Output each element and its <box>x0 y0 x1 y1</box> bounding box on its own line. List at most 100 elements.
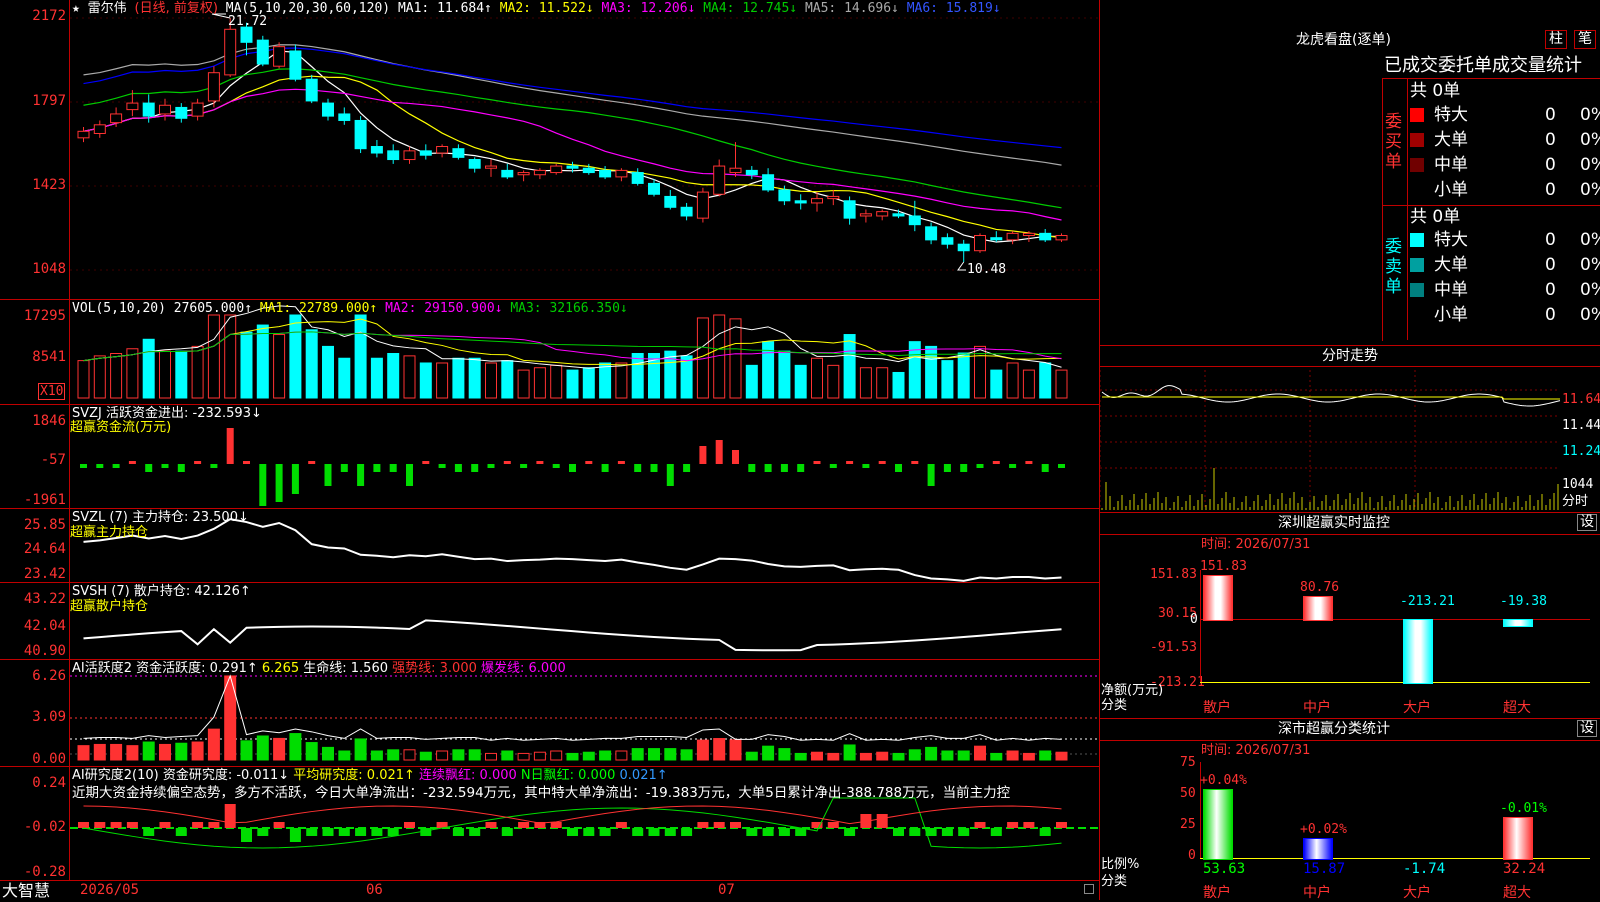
activity-bar <box>680 749 693 761</box>
research-bar <box>273 822 285 828</box>
fund-flow-bar <box>748 464 756 472</box>
activity-bar <box>631 748 644 761</box>
research-bar <box>501 828 513 836</box>
research-bar <box>909 828 921 836</box>
fund-flow-bar <box>259 464 267 506</box>
sell-swatch <box>1410 258 1424 272</box>
vol-ma1: MA1: 22789.000↑ <box>259 301 378 316</box>
fund-flow-bar <box>503 461 511 464</box>
volume-bar <box>1006 362 1019 399</box>
volume-bar <box>240 331 253 399</box>
fund-flow-bar <box>846 461 854 464</box>
fenshi-vol-tick: 1044 <box>1562 477 1594 492</box>
volume-bar <box>191 345 204 399</box>
candle-body <box>191 102 204 117</box>
fund-flow-bar <box>813 461 821 464</box>
sz-title: 深圳超赢实时监控 <box>1278 515 1390 531</box>
research-bar <box>567 828 578 836</box>
buy-count: 0 <box>1545 180 1556 200</box>
volume-bar <box>794 364 807 399</box>
research-bar <box>192 822 204 828</box>
candle-body <box>925 226 938 241</box>
candle-body <box>599 169 612 178</box>
volume-bar <box>207 314 220 399</box>
research-bar <box>615 822 627 828</box>
fl-settings-button[interactable]: 设 <box>1577 720 1597 737</box>
activity-bar <box>827 752 840 761</box>
volume-bar <box>126 348 139 399</box>
svzj-text: SVZJ 活跃资金进出: -232.593↓ <box>72 406 262 421</box>
volume-bar <box>468 357 481 399</box>
candle-body <box>762 174 775 191</box>
volume-bar <box>452 357 465 399</box>
tab-zhu[interactable]: 柱 <box>1545 30 1567 49</box>
candle-body <box>289 50 302 80</box>
candle-body <box>175 106 188 119</box>
candle-body <box>436 146 449 154</box>
buy-label: 委买单 <box>1385 112 1402 172</box>
fund-flow-bar <box>895 464 902 472</box>
activity-bar <box>354 738 367 761</box>
star-icon[interactable]: ★ <box>72 1 80 16</box>
vol-tick: 8541 <box>32 349 66 365</box>
sz-tick: 0 <box>1190 612 1198 627</box>
sell-row: 中单 0 0% <box>1410 279 1600 301</box>
candle-body <box>729 167 742 174</box>
scroll-lock-icon[interactable] <box>1084 884 1094 894</box>
fenshi-panel-frame <box>1099 345 1600 346</box>
sz-bar <box>1503 619 1533 627</box>
fl-tick: 25 <box>1180 817 1196 832</box>
candle-body <box>93 124 106 134</box>
sz-settings-button[interactable]: 设 <box>1577 514 1597 531</box>
sell-swatch <box>1410 233 1424 247</box>
volume-bar <box>957 352 970 399</box>
volume-bar <box>93 355 106 399</box>
ai2-tick: -0.02 <box>23 819 66 835</box>
ma6-value: MA6: 15.819↓ <box>906 1 1001 16</box>
activity-bar <box>599 750 612 761</box>
candle-body <box>713 165 726 195</box>
activity-bar <box>93 743 106 761</box>
activity-bar <box>566 752 579 761</box>
fund-flow-bar <box>634 464 642 472</box>
fl-cat-label: 超大 <box>1503 885 1531 901</box>
research-bar <box>941 828 953 836</box>
fund-flow-bar <box>764 464 772 472</box>
sell-name: 小单 <box>1434 305 1468 325</box>
stock-name: 雷尔伟 <box>87 1 127 16</box>
sell-count: 0 <box>1545 255 1556 275</box>
sell-name: 大单 <box>1434 255 1468 275</box>
fl-bar <box>1203 789 1233 860</box>
buy-row: 小单 0 0% <box>1410 179 1600 201</box>
volume-bar <box>322 345 334 399</box>
fl-bar-top-label: -0.01% <box>1500 800 1547 816</box>
ma4-value: MA4: 12.745↓ <box>703 1 798 16</box>
ai1-header: AI活跃度2 资金活跃度: 0.291↑ 6.265 生命线: 1.560 强势… <box>72 661 566 676</box>
fund-flow-bar <box>145 464 153 472</box>
activity-bar <box>419 751 432 761</box>
fenshi-tick: 11.64 <box>1562 392 1600 407</box>
activity-bar <box>207 728 220 761</box>
activity-bar <box>745 751 758 761</box>
fenshi-title: 分时走势 <box>1322 348 1378 364</box>
period-label[interactable]: (日线, 前复权) <box>135 1 218 16</box>
activity-bar <box>664 748 677 761</box>
candle-body <box>77 130 90 139</box>
fund-flow-bar <box>862 464 870 468</box>
fl-time: 时间: 2026/07/31 <box>1201 743 1311 758</box>
sz-bar-label: 80.76 <box>1300 579 1340 595</box>
research-bar <box>110 822 122 828</box>
research-bar <box>289 828 301 842</box>
volume-bar <box>1022 369 1035 399</box>
activity-bar <box>501 750 514 761</box>
ma1-value: MA1: 11.684↑ <box>397 1 492 16</box>
research-bar <box>713 822 725 828</box>
volume-bar <box>680 355 693 399</box>
fl-cat-label: 散户 <box>1203 885 1231 901</box>
activity-bar <box>159 743 171 761</box>
tab-bi[interactable]: 笔 <box>1574 30 1596 49</box>
research-bar <box>387 828 399 836</box>
fund-flow-bar <box>194 461 202 464</box>
activity-bar <box>1039 750 1052 761</box>
candle-body <box>468 159 481 169</box>
